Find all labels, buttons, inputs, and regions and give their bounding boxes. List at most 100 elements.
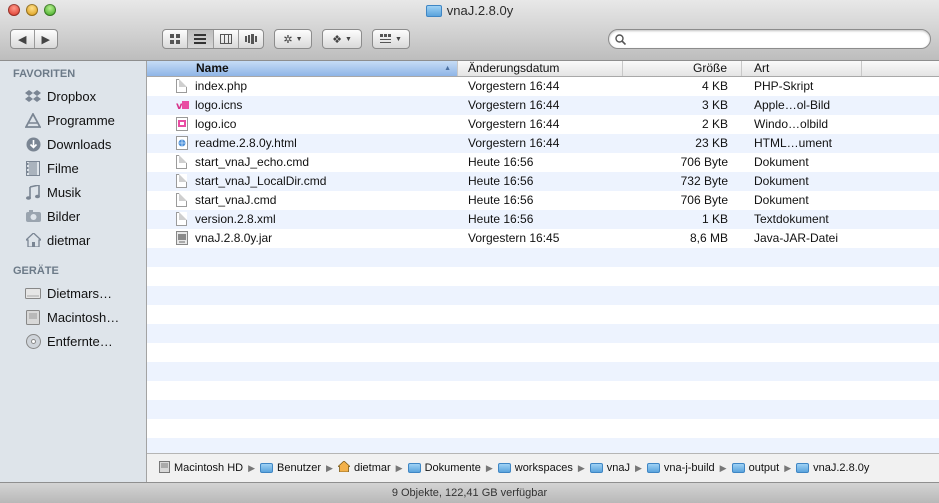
empty-row bbox=[147, 343, 939, 362]
table-row[interactable]: vnaJ.2.8.0y.jar Vorgestern 16:45 8,6 MB … bbox=[147, 229, 939, 248]
dropbox-menu-button[interactable]: ❖ ▼ bbox=[322, 29, 362, 49]
drive-icon bbox=[25, 285, 41, 301]
dropbox-icon: ❖ bbox=[332, 33, 342, 46]
folder-icon bbox=[425, 4, 442, 17]
path-item[interactable]: Dokumente bbox=[407, 462, 481, 474]
path-item-label: vna-j-build bbox=[663, 462, 715, 474]
sidebar-item-dietmars[interactable]: Dietmars… bbox=[0, 281, 146, 305]
path-item-label: Dokumente bbox=[424, 462, 481, 474]
path-item[interactable]: Macintosh HD bbox=[159, 460, 243, 476]
path-item[interactable]: vnaJ.2.8.0y bbox=[796, 462, 869, 474]
table-row[interactable]: start_vnaJ_LocalDir.cmd Heute 16:56 732 … bbox=[147, 172, 939, 191]
file-rows: index.php Vorgestern 16:44 4 KB PHP-Skri… bbox=[147, 77, 939, 453]
sidebar-item-filme[interactable]: Filme bbox=[0, 156, 146, 180]
table-row[interactable]: start_vnaJ.cmd Heute 16:56 706 Byte Doku… bbox=[147, 191, 939, 210]
path-item[interactable]: workspaces bbox=[497, 462, 573, 474]
path-separator-icon: ▶ bbox=[784, 462, 792, 473]
folder-icon bbox=[731, 463, 745, 473]
table-row[interactable]: index.php Vorgestern 16:44 4 KB PHP-Skri… bbox=[147, 77, 939, 96]
window-title: vnaJ.2.8.0y bbox=[0, 3, 939, 18]
file-size: 8,6 MB bbox=[689, 231, 728, 245]
sidebar-item-dropbox[interactable]: Dropbox bbox=[0, 84, 146, 108]
file-name: readme.2.8.0y.html bbox=[195, 136, 297, 150]
path-separator-icon: ▶ bbox=[248, 462, 255, 473]
table-row[interactable]: readme.2.8.0y.html Vorgestern 16:44 23 K… bbox=[147, 134, 939, 153]
icon-view-button[interactable] bbox=[163, 30, 189, 48]
file-name: start_vnaJ.cmd bbox=[195, 193, 277, 207]
sidebar-item-label: dietmar bbox=[47, 232, 91, 248]
column-name-label: Name bbox=[196, 61, 229, 75]
file-size: 1 KB bbox=[701, 212, 728, 226]
path-separator-icon: ▶ bbox=[485, 462, 493, 473]
list-view-icon bbox=[194, 34, 207, 44]
sidebar-item-macintosh[interactable]: Macintosh… bbox=[0, 305, 146, 329]
empty-row bbox=[147, 381, 939, 400]
back-forward-control: ◀ ▶ bbox=[10, 29, 58, 49]
sidebar-item-label: Downloads bbox=[47, 136, 112, 152]
path-item[interactable]: vnaJ bbox=[589, 462, 630, 474]
pictures-icon bbox=[25, 208, 41, 224]
search-field[interactable] bbox=[608, 29, 931, 49]
column-header-size[interactable]: Größe bbox=[623, 61, 742, 76]
file-date: Vorgestern 16:44 bbox=[468, 117, 560, 131]
file-date: Vorgestern 16:44 bbox=[468, 79, 560, 93]
sidebar-item-entfernte[interactable]: Entfernte… bbox=[0, 329, 146, 353]
path-separator-icon: ▶ bbox=[635, 462, 642, 473]
file-date: Heute 16:56 bbox=[468, 193, 534, 207]
gear-icon: ✲ bbox=[283, 33, 293, 46]
back-button[interactable]: ◀ bbox=[11, 30, 35, 48]
file-name: index.php bbox=[195, 79, 248, 93]
path-item[interactable]: output bbox=[731, 462, 779, 474]
sidebar-item-label: Macintosh… bbox=[47, 309, 120, 325]
finder-window: vnaJ.2.8.0y ◀ ▶ ✲ ▼ ❖ ▼ ▼ FAVORITEN Drop… bbox=[0, 0, 939, 503]
file-size: 23 KB bbox=[695, 136, 728, 150]
action-menu-button[interactable]: ✲ ▼ bbox=[274, 29, 312, 49]
path-separator-icon: ▶ bbox=[395, 462, 403, 473]
empty-row bbox=[147, 419, 939, 438]
sidebar-item-musik[interactable]: Musik bbox=[0, 180, 146, 204]
chevron-down-icon: ▼ bbox=[344, 35, 352, 43]
forward-button[interactable]: ▶ bbox=[35, 30, 58, 48]
empty-row bbox=[147, 438, 939, 453]
search-icon bbox=[615, 33, 626, 45]
file-size: 3 KB bbox=[701, 98, 728, 112]
path-item[interactable]: vna-j-build bbox=[646, 462, 715, 474]
path-item[interactable]: dietmar bbox=[336, 460, 391, 475]
path-item[interactable]: Benutzer bbox=[260, 462, 321, 474]
path-item-label: Benutzer bbox=[277, 462, 322, 474]
arrange-menu-button[interactable]: ▼ bbox=[372, 29, 410, 49]
table-row[interactable]: v logo.icns Vorgestern 16:44 3 KB Apple…… bbox=[147, 96, 939, 115]
sidebar-header-devices: GERÄTE bbox=[13, 265, 59, 277]
window-title-text: vnaJ.2.8.0y bbox=[446, 3, 514, 18]
column-date-label: Änderungsdatum bbox=[468, 61, 560, 75]
table-row[interactable]: version.2.8.xml Heute 16:56 1 KB Textdok… bbox=[147, 210, 939, 229]
column-header-date[interactable]: Änderungsdatum bbox=[458, 61, 623, 76]
file-size: 706 Byte bbox=[680, 193, 728, 207]
hard-disk-icon bbox=[159, 460, 170, 476]
search-input[interactable] bbox=[630, 32, 924, 46]
file-name: vnaJ.2.8.0y.jar bbox=[195, 231, 273, 245]
sidebar-item-programme[interactable]: Programme bbox=[0, 108, 146, 132]
sidebar-item-downloads[interactable]: Downloads bbox=[0, 132, 146, 156]
list-view-button[interactable] bbox=[188, 30, 214, 48]
column-view-button[interactable] bbox=[214, 30, 239, 48]
file-kind: HTML…ument bbox=[754, 136, 833, 150]
sidebar-item-dietmar[interactable]: dietmar bbox=[0, 228, 146, 252]
coverflow-view-button[interactable] bbox=[239, 30, 263, 48]
table-row[interactable]: logo.ico Vorgestern 16:44 2 KB Windo…olb… bbox=[147, 115, 939, 134]
table-row[interactable]: start_vnaJ_echo.cmd Heute 16:56 706 Byte… bbox=[147, 153, 939, 172]
document-icon bbox=[176, 174, 188, 188]
column-header-kind[interactable]: Art bbox=[742, 61, 862, 76]
sidebar-item-label: Entfernte… bbox=[47, 333, 113, 349]
document-icon bbox=[176, 212, 188, 226]
downloads-icon bbox=[25, 136, 41, 152]
sidebar-item-label: Musik bbox=[47, 184, 81, 200]
file-name: start_vnaJ_LocalDir.cmd bbox=[195, 174, 327, 188]
file-date: Vorgestern 16:45 bbox=[468, 231, 560, 245]
column-header-name[interactable]: Name ▲ bbox=[147, 61, 458, 76]
file-date: Vorgestern 16:44 bbox=[468, 136, 560, 150]
empty-row bbox=[147, 324, 939, 343]
sidebar-item-bilder[interactable]: Bilder bbox=[0, 204, 146, 228]
music-icon bbox=[25, 184, 41, 200]
folder-icon bbox=[260, 463, 273, 473]
